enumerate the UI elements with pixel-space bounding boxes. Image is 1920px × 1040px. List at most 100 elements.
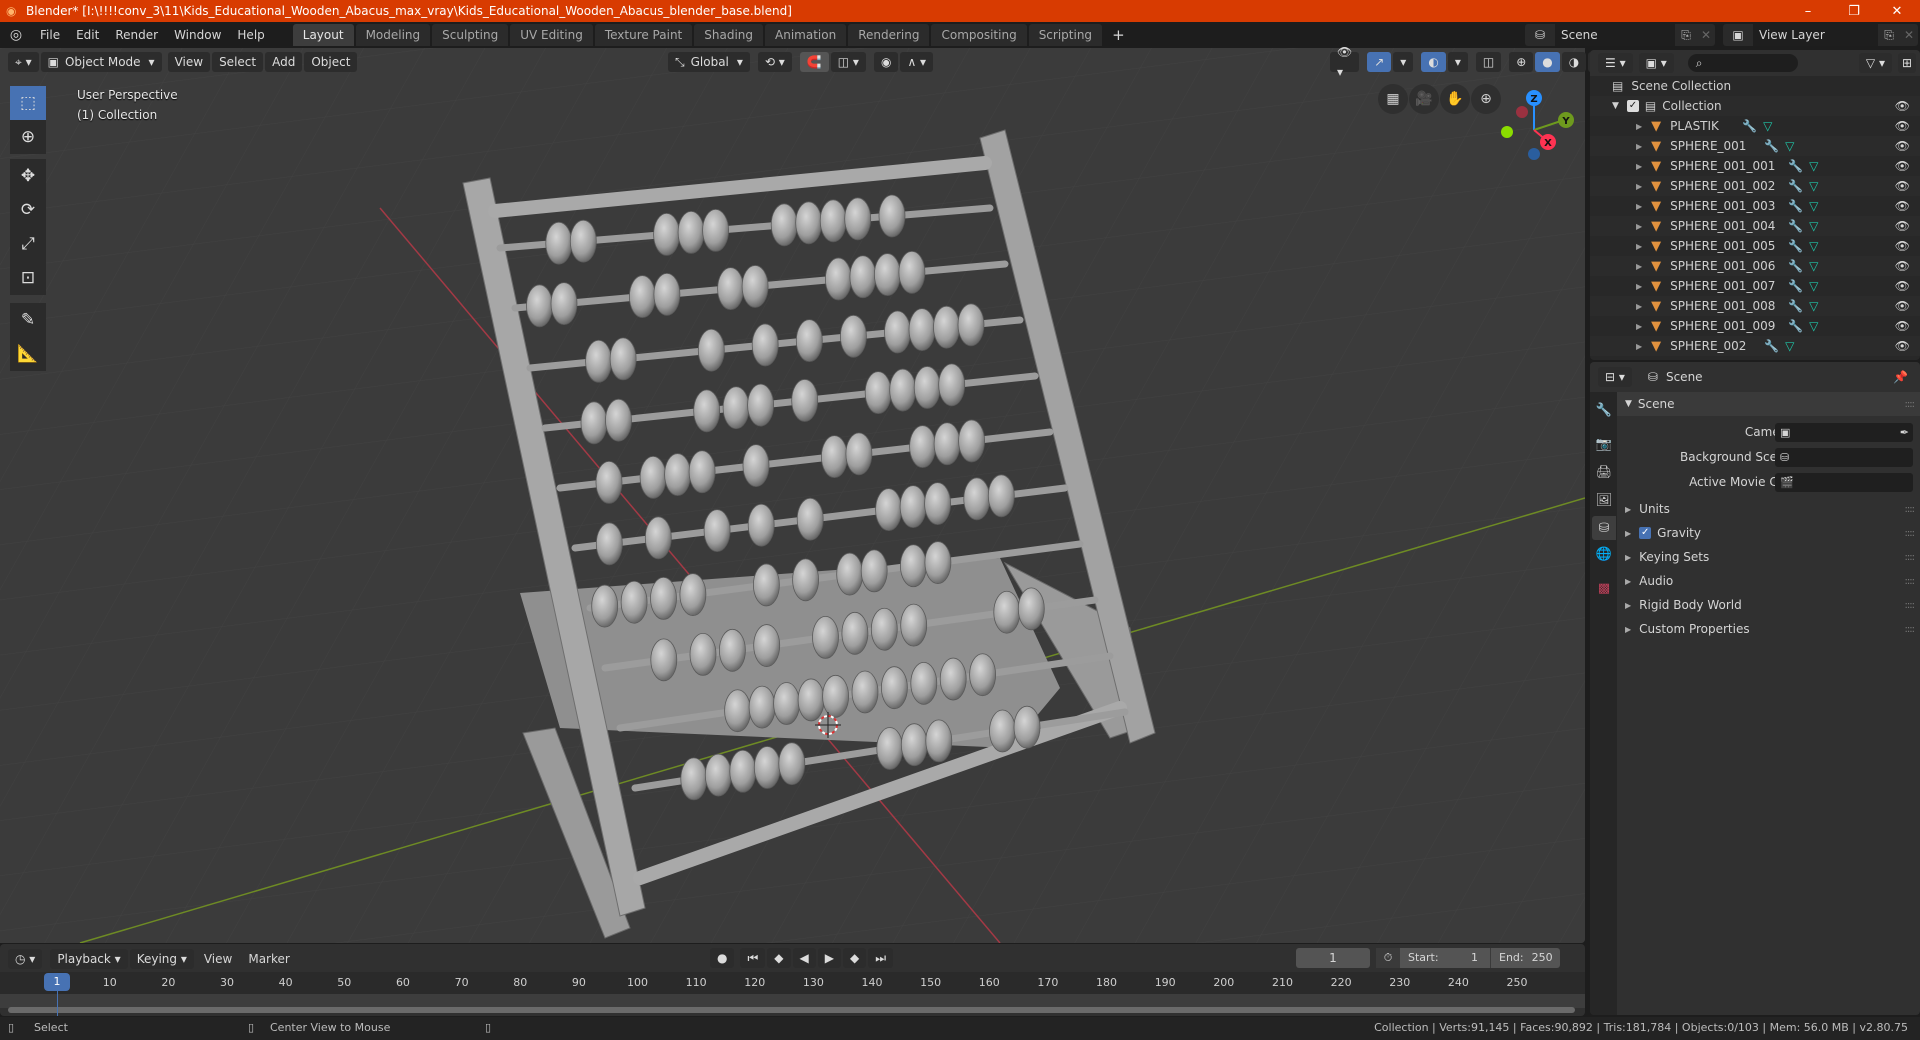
new-view-layer-icon[interactable]: ⎘ bbox=[1878, 28, 1900, 43]
modifier-wrench-icon[interactable]: 🔧 bbox=[1788, 239, 1803, 253]
eye-icon[interactable]: 👁 bbox=[1895, 199, 1910, 213]
mesh-data-icon[interactable]: ▽ bbox=[1809, 279, 1818, 293]
current-frame-field[interactable]: 1 bbox=[1296, 948, 1370, 968]
new-scene-icon[interactable]: ⎘ bbox=[1675, 28, 1697, 43]
outliner-editor-type[interactable]: ☰ ▾ bbox=[1598, 53, 1633, 73]
expand-icon[interactable]: ▶ bbox=[1636, 202, 1642, 211]
outliner-object-row[interactable]: ▶ ▼ SPHERE_001_006 🔧 ▽ 👁 bbox=[1590, 256, 1920, 276]
outliner-object-row[interactable]: ▶ ▼ SPHERE_001_005 🔧 ▽ 👁 bbox=[1590, 236, 1920, 256]
maximize-button[interactable]: ❐ bbox=[1831, 0, 1877, 22]
menu-help[interactable]: Help bbox=[229, 22, 272, 48]
drag-handle-icon[interactable]: :::: bbox=[1905, 504, 1916, 515]
tool-tab[interactable]: 🔧 bbox=[1592, 398, 1616, 422]
menu-view[interactable]: View bbox=[167, 52, 211, 72]
menu-select[interactable]: Select bbox=[212, 52, 264, 72]
view-layer-name[interactable]: View Layer bbox=[1753, 24, 1878, 46]
outliner-object-row[interactable]: ▶ ▼ SPHERE_001 🔧 ▽ 👁 bbox=[1590, 136, 1920, 156]
tab-layout[interactable]: Layout bbox=[292, 24, 354, 46]
close-button[interactable]: ✕ bbox=[1874, 0, 1920, 22]
view-layer-selector[interactable]: ▣ View Layer ⎘ ✕ bbox=[1723, 24, 1918, 46]
property-field[interactable]: ▣ ✒ bbox=[1775, 422, 1913, 442]
frame-ruler[interactable]: 10 20 30 40 50 60 70 80 90 100 110 120 130 140 150 160 1… bbox=[0, 972, 1585, 994]
next-keyframe-button[interactable]: ◆ bbox=[843, 948, 867, 968]
outliner-search-input[interactable]: ⌕ bbox=[1687, 54, 1798, 72]
record-button[interactable]: ● bbox=[710, 948, 735, 968]
collapse-icon[interactable]: ▼ bbox=[1612, 101, 1619, 111]
outliner-object-row[interactable]: ▶ ▼ SPHERE_001_009 🔧 ▽ 👁 bbox=[1590, 316, 1920, 336]
expand-icon[interactable]: ▶ bbox=[1636, 302, 1642, 311]
mode-dropdown[interactable]: ▣ Object Mode ▾ bbox=[40, 52, 162, 72]
add-workspace-button[interactable]: + bbox=[1104, 22, 1133, 48]
menu-window[interactable]: Window bbox=[166, 22, 229, 48]
drag-handle-icon[interactable]: :::: bbox=[1905, 600, 1916, 611]
overlays-dropdown[interactable]: ▾ bbox=[1447, 52, 1468, 72]
display-mode-dropdown[interactable]: ▣ ▾ bbox=[1638, 53, 1674, 73]
outliner-object-row[interactable]: ▶ ▼ SPHERE_001_007 🔧 ▽ 👁 bbox=[1590, 276, 1920, 296]
section-audio[interactable]: ▶ Audio:::: bbox=[1617, 569, 1920, 593]
xray-toggle[interactable]: ◫ bbox=[1475, 52, 1502, 72]
world-tab[interactable]: 🌐 bbox=[1592, 542, 1616, 566]
menu-object[interactable]: Object bbox=[304, 52, 358, 72]
eye-icon[interactable]: 👁 bbox=[1895, 279, 1910, 293]
outliner-object-row[interactable]: ▶ ▼ SPHERE_001_008 🔧 ▽ 👁 bbox=[1590, 296, 1920, 316]
tab-sculpting[interactable]: Sculpting bbox=[432, 24, 509, 46]
menu-file[interactable]: File bbox=[32, 22, 68, 48]
expand-icon[interactable]: ▶ bbox=[1636, 282, 1642, 291]
expand-icon[interactable]: ▶ bbox=[1636, 142, 1642, 151]
annotate-tool[interactable]: ✎ bbox=[10, 303, 46, 337]
pivot-point-dropdown[interactable]: ⟲ ▾ bbox=[757, 52, 792, 72]
outliner-object-row[interactable]: ▶ ▼ SPHERE_002 🔧 ▽ 👁 bbox=[1590, 336, 1920, 356]
tab-uv-editing[interactable]: UV Editing bbox=[510, 24, 593, 46]
tab-animation[interactable]: Animation bbox=[765, 24, 847, 46]
marker-menu[interactable]: Marker bbox=[240, 946, 297, 972]
move-tool[interactable]: ✥ bbox=[10, 159, 46, 193]
timeline-editor-type[interactable]: ◷ ▾ bbox=[8, 949, 43, 969]
snap-toggle[interactable]: 🧲 bbox=[799, 52, 829, 72]
timeline-view-menu[interactable]: View bbox=[196, 946, 240, 972]
3d-viewport[interactable] bbox=[0, 48, 1585, 943]
expand-icon[interactable]: ▶ bbox=[1636, 342, 1642, 351]
section-keying-sets[interactable]: ▶ Keying Sets:::: bbox=[1617, 545, 1920, 569]
drag-handle-icon[interactable]: :::: bbox=[1905, 624, 1916, 635]
modifier-wrench-icon[interactable]: 🔧 bbox=[1742, 119, 1757, 133]
mesh-data-icon[interactable]: ▽ bbox=[1785, 139, 1794, 153]
mesh-data-icon[interactable]: ▽ bbox=[1809, 159, 1818, 173]
start-frame-field[interactable]: Start: 1 bbox=[1400, 948, 1490, 968]
eye-icon[interactable]: 👁 bbox=[1895, 239, 1910, 253]
scene-name[interactable]: Scene bbox=[1555, 24, 1675, 46]
transform-orientation-dropdown[interactable]: ⤡ Global ▾ bbox=[668, 52, 750, 72]
outliner-object-row[interactable]: ▶ ▼ SPHERE_001_002 🔧 ▽ 👁 bbox=[1590, 176, 1920, 196]
drag-handle-icon[interactable]: :::: bbox=[1905, 399, 1916, 410]
menu-render[interactable]: Render bbox=[107, 22, 166, 48]
select-box-tool[interactable]: ⬚ bbox=[10, 86, 46, 120]
tab-rendering[interactable]: Rendering bbox=[848, 24, 930, 46]
gravity-checkbox[interactable]: ✓ bbox=[1639, 527, 1652, 539]
camera-view-button[interactable]: 🎥 bbox=[1409, 84, 1439, 114]
mesh-data-icon[interactable]: ▽ bbox=[1763, 119, 1772, 133]
gizmo-toggle[interactable]: ↗ bbox=[1367, 52, 1392, 72]
eye-icon[interactable]: 👁 bbox=[1895, 119, 1910, 133]
expand-icon[interactable]: ▶ bbox=[1636, 262, 1642, 271]
outliner-scene-collection[interactable]: ▤ Scene Collection bbox=[1590, 76, 1920, 96]
scale-tool[interactable]: ⤢ bbox=[10, 227, 46, 261]
modifier-wrench-icon[interactable]: 🔧 bbox=[1788, 199, 1803, 213]
drag-handle-icon[interactable]: :::: bbox=[1905, 576, 1916, 587]
pan-view-button[interactable]: ✋ bbox=[1440, 84, 1470, 114]
tab-modeling[interactable]: Modeling bbox=[355, 24, 431, 46]
eyedropper-icon[interactable]: ✒ bbox=[1900, 426, 1909, 439]
solid-shading-button[interactable]: ● bbox=[1535, 52, 1560, 72]
eye-icon[interactable]: 👁 bbox=[1895, 99, 1910, 113]
property-field[interactable]: ⛁ bbox=[1775, 447, 1913, 467]
modifier-wrench-icon[interactable]: 🔧 bbox=[1788, 259, 1803, 273]
mesh-data-icon[interactable]: ▽ bbox=[1809, 299, 1818, 313]
drag-handle-icon[interactable]: :::: bbox=[1905, 552, 1916, 563]
outliner-object-row[interactable]: ▶ ▼ PLASTIK 🔧 ▽ 👁 bbox=[1590, 116, 1920, 136]
mesh-data-icon[interactable]: ▽ bbox=[1809, 199, 1818, 213]
eye-icon[interactable]: 👁 bbox=[1895, 159, 1910, 173]
gizmo-dropdown[interactable]: ▾ bbox=[1393, 52, 1414, 72]
modifier-wrench-icon[interactable]: 🔧 bbox=[1764, 139, 1779, 153]
outliner-object-row[interactable]: ▶ ▼ SPHERE_001_003 🔧 ▽ 👁 bbox=[1590, 196, 1920, 216]
eye-icon[interactable]: 👁 bbox=[1895, 219, 1910, 233]
scene-panel-header[interactable]: ▼ Scene :::: bbox=[1617, 392, 1920, 416]
section-units[interactable]: ▶ Units:::: bbox=[1617, 497, 1920, 521]
